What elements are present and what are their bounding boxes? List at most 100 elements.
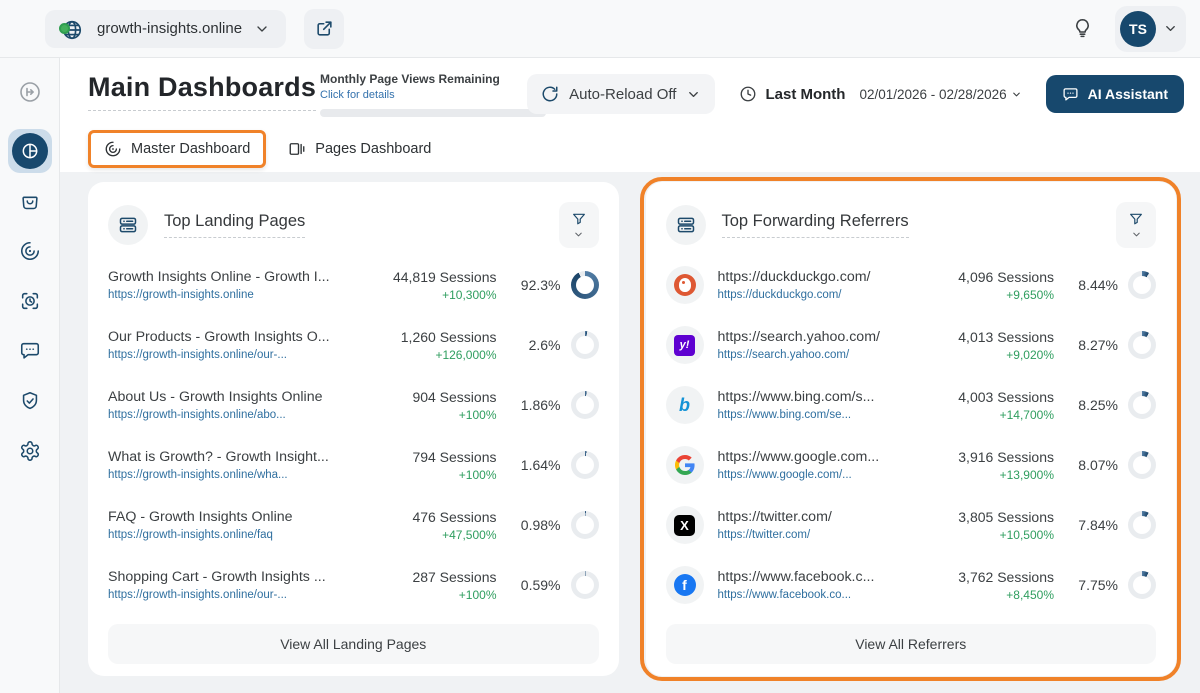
- tab-pages-dashboard[interactable]: Pages Dashboard: [288, 140, 431, 158]
- sidebar-item-ecommerce[interactable]: [0, 176, 60, 226]
- session-clock-icon: [19, 290, 41, 312]
- ai-assistant-button[interactable]: AI Assistant: [1046, 75, 1184, 113]
- funnel-icon: [571, 211, 587, 227]
- page-url-link[interactable]: https://growth-insights.online: [108, 289, 347, 301]
- referrer-url-link[interactable]: https://duckduckgo.com/: [718, 289, 905, 301]
- bing-favicon: b: [666, 386, 704, 424]
- table-row[interactable]: What is Growth? - Growth Insight...https…: [108, 441, 599, 489]
- table-row[interactable]: f https://www.facebook.c...https://www.f…: [666, 561, 1157, 609]
- shopping-bag-icon: [19, 190, 41, 212]
- share-percent: 7.75%: [1078, 577, 1118, 593]
- sessions-value: 4,096 Sessions: [904, 269, 1054, 285]
- table-row[interactable]: About Us - Growth Insights Onlinehttps:/…: [108, 381, 599, 429]
- page-url-link[interactable]: https://growth-insights.online/our-...: [108, 349, 347, 361]
- share-percent: 0.98%: [521, 517, 561, 533]
- sessions-delta: +47,500%: [347, 528, 497, 542]
- page-url-link[interactable]: https://growth-insights.online/wha...: [108, 469, 347, 481]
- page-url-link[interactable]: https://growth-insights.online/our-...: [108, 589, 347, 601]
- sessions-value: 44,819 Sessions: [347, 269, 497, 285]
- sidebar-item-feedback[interactable]: [0, 326, 60, 376]
- ai-chat-icon: [1062, 86, 1079, 103]
- table-row[interactable]: https://duckduckgo.com/https://duckduckg…: [666, 261, 1157, 309]
- top-bar: growth-insights.online TS: [0, 0, 1200, 58]
- expand-sidebar-icon: [18, 80, 42, 104]
- sidebar-item-settings[interactable]: [0, 426, 60, 476]
- table-row[interactable]: X https://twitter.com/https://twitter.co…: [666, 501, 1157, 549]
- website-name: growth-insights.online: [97, 20, 242, 37]
- date-range-picker[interactable]: 02/01/2026 - 02/28/2026: [859, 87, 1021, 102]
- table-row[interactable]: Shopping Cart - Growth Insights ...https…: [108, 561, 599, 609]
- pages-icon: [288, 140, 306, 158]
- refresh-icon: [541, 85, 559, 103]
- tab-master-dashboard[interactable]: Master Dashboard: [88, 130, 266, 168]
- referrer-url-link[interactable]: https://www.google.com/...: [718, 469, 905, 481]
- avatar: TS: [1120, 11, 1156, 47]
- sessions-delta: +13,900%: [904, 468, 1054, 482]
- share-percent: 1.64%: [521, 457, 561, 473]
- share-donut: [571, 451, 599, 479]
- table-row[interactable]: Our Products - Growth Insights O...https…: [108, 321, 599, 369]
- website-selector[interactable]: growth-insights.online: [45, 10, 286, 48]
- page-header: Main Dashboards Monthly Page Views Remai…: [60, 58, 1200, 172]
- table-row[interactable]: https://www.google.com...https://www.goo…: [666, 441, 1157, 489]
- share-percent: 1.86%: [521, 397, 561, 413]
- view-all-referrers-button[interactable]: View All Referrers: [666, 624, 1157, 664]
- sessions-value: 4,013 Sessions: [904, 329, 1054, 345]
- table-row[interactable]: FAQ - Growth Insights Onlinehttps://grow…: [108, 501, 599, 549]
- sessions-delta: +8,450%: [904, 588, 1054, 602]
- referrer-url-link[interactable]: https://www.facebook.co...: [718, 589, 905, 601]
- referrer-url-link[interactable]: https://www.bing.com/se...: [718, 409, 905, 421]
- referrer-url-link[interactable]: https://search.yahoo.com/: [718, 349, 905, 361]
- sessions-delta: +14,700%: [904, 408, 1054, 422]
- auto-reload-button[interactable]: Auto-Reload Off: [527, 74, 715, 114]
- sidebar-item-privacy[interactable]: [0, 376, 60, 426]
- table-row[interactable]: b https://www.bing.com/s...https://www.b…: [666, 381, 1157, 429]
- quota-label: Monthly Page Views Remaining: [320, 72, 546, 86]
- sidebar-item-dashboards[interactable]: [0, 126, 60, 176]
- status-dot: [59, 23, 70, 34]
- tab-pages-dashboard-label: Pages Dashboard: [315, 141, 431, 157]
- lightbulb-icon: [1072, 18, 1093, 39]
- sessions-value: 4,003 Sessions: [904, 389, 1054, 405]
- sidebar-item-session-recordings[interactable]: [0, 276, 60, 326]
- table-row[interactable]: Growth Insights Online - Growth I...http…: [108, 261, 599, 309]
- share-percent: 0.59%: [521, 577, 561, 593]
- open-website-button[interactable]: [304, 9, 344, 49]
- page-url-link[interactable]: https://growth-insights.online/faq: [108, 529, 347, 541]
- filter-button[interactable]: [1116, 202, 1156, 248]
- period-label: Last Month: [765, 86, 845, 103]
- sessions-value: 287 Sessions: [347, 569, 497, 585]
- sessions-value: 3,762 Sessions: [904, 569, 1054, 585]
- share-percent: 8.27%: [1078, 337, 1118, 353]
- quota-progressbar: [320, 109, 546, 117]
- account-menu[interactable]: TS: [1115, 6, 1186, 52]
- sessions-delta: +10,300%: [347, 288, 497, 302]
- table-row[interactable]: y! https://search.yahoo.com/https://sear…: [666, 321, 1157, 369]
- gear-icon: [19, 440, 41, 462]
- sessions-value: 3,916 Sessions: [904, 449, 1054, 465]
- sessions-delta: +10,500%: [904, 528, 1054, 542]
- spiral-icon: [19, 240, 41, 262]
- facebook-favicon: f: [666, 566, 704, 604]
- clock-icon: [739, 85, 757, 103]
- shield-check-icon: [19, 390, 41, 412]
- filter-button[interactable]: [559, 202, 599, 248]
- page-url-link[interactable]: https://growth-insights.online/abo...: [108, 409, 347, 421]
- view-all-landing-pages-button[interactable]: View All Landing Pages: [108, 624, 599, 664]
- sidebar-item-competition[interactable]: [0, 226, 60, 276]
- chevron-down-icon: [1011, 89, 1022, 100]
- share-donut: [571, 271, 599, 299]
- referrer-url-link[interactable]: https://twitter.com/: [718, 529, 905, 541]
- share-percent: 8.07%: [1078, 457, 1118, 473]
- sidebar-toggle[interactable]: [0, 67, 60, 117]
- sidebar: [0, 58, 60, 693]
- quota-details-link[interactable]: Click for details: [320, 89, 546, 101]
- sessions-delta: +100%: [347, 468, 497, 482]
- dashboards-icon: [20, 141, 40, 161]
- google-favicon: [666, 446, 704, 484]
- card-title: Top Landing Pages: [164, 212, 305, 238]
- chevron-down-icon: [573, 229, 584, 240]
- ideas-button[interactable]: [1063, 10, 1101, 48]
- dashboard-tabs: Master Dashboard Pages Dashboard: [88, 130, 431, 168]
- share-percent: 8.25%: [1078, 397, 1118, 413]
